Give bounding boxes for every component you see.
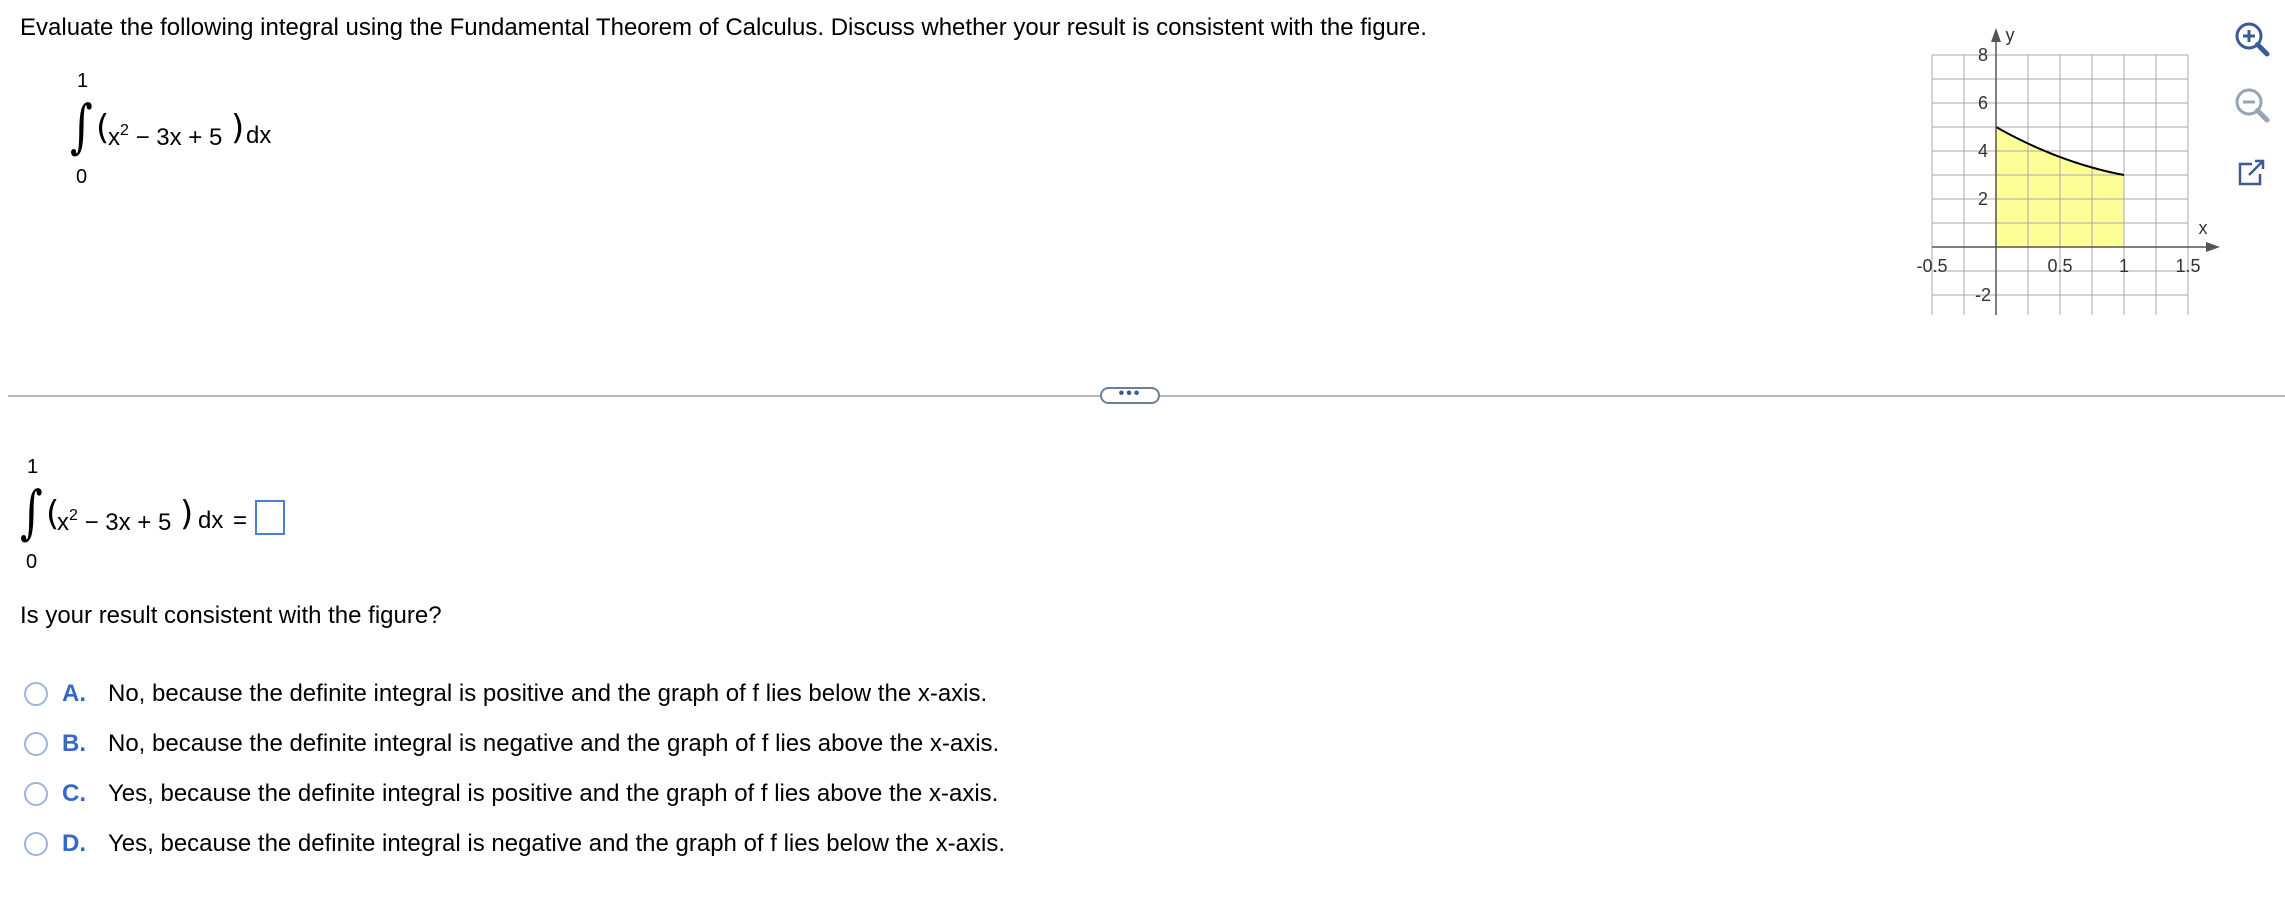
answer-integral-sign: ∫ (20, 478, 43, 546)
x-tick-label: 1 (2119, 256, 2129, 276)
answer-dx: dx (198, 507, 224, 534)
y-tick-label: 4 (1978, 141, 1988, 161)
option-c-text: Yes, because the definite integral is po… (108, 780, 999, 807)
zoom-out-icon[interactable] (2230, 83, 2274, 127)
integral-lower-limit: 0 (76, 166, 88, 188)
answer-lower-limit: 0 (26, 551, 38, 573)
popout-icon[interactable] (2230, 152, 2274, 196)
y-tick-label: 2 (1978, 189, 1988, 209)
answer-input-box[interactable] (255, 500, 285, 535)
option-b[interactable]: B. No, because the definite integral is … (24, 730, 1124, 766)
zoom-in-icon[interactable] (2230, 17, 2274, 61)
option-a-text: No, because the definite integral is pos… (108, 680, 988, 707)
question-integral: 1 ∫ 0 ( x2 − 3x + 5 ) dx (70, 70, 272, 188)
option-a-radio[interactable] (24, 682, 48, 706)
question-prompt: Evaluate the following integral using th… (20, 14, 1427, 41)
y-axis-arrow (1991, 28, 2001, 42)
option-a[interactable]: A. No, because the definite integral is … (24, 680, 1124, 716)
option-b-text: No, because the definite integral is neg… (108, 730, 1000, 757)
option-d-letter: D. (62, 830, 86, 857)
x-axis-label: x (2199, 218, 2208, 238)
x-tick-label: 1.5 (2175, 256, 2200, 276)
y-axis-label: y (2006, 25, 2015, 45)
integral-figure: -0.5 0.5 1 1.5 8 6 4 2 -2 y x (1916, 25, 2220, 315)
y-tick-label: -2 (1975, 285, 1991, 305)
equals-sign: = (233, 507, 248, 534)
option-d[interactable]: D. Yes, because the definite integral is… (24, 830, 1124, 866)
y-tick-label: 8 (1978, 45, 1988, 65)
answer-upper-limit: 1 (27, 456, 39, 478)
more-button[interactable]: ••• (1100, 386, 1160, 404)
x-tick-label: -0.5 (1916, 256, 1947, 276)
option-b-radio[interactable] (24, 732, 48, 756)
x-tick-label: 0.5 (2047, 256, 2072, 276)
integrand: x2 − 3x + 5 (108, 122, 223, 151)
option-b-letter: B. (62, 730, 86, 757)
option-c-radio[interactable] (24, 782, 48, 806)
integral-upper-limit: 1 (77, 70, 89, 92)
option-a-letter: A. (62, 680, 86, 707)
y-tick-label: 6 (1978, 93, 1988, 113)
consistency-question: Is your result consistent with the figur… (20, 602, 442, 629)
option-d-radio[interactable] (24, 832, 48, 856)
option-c-letter: C. (62, 780, 86, 807)
integral-sign: ∫ (70, 92, 93, 160)
option-c[interactable]: C. Yes, because the definite integral is… (24, 780, 1124, 816)
x-axis-arrow (2206, 242, 2220, 252)
answer-integrand: x2 − 3x + 5 (57, 507, 172, 536)
option-d-text: Yes, because the definite integral is ne… (108, 830, 1006, 857)
integral-dx: dx (246, 122, 272, 149)
